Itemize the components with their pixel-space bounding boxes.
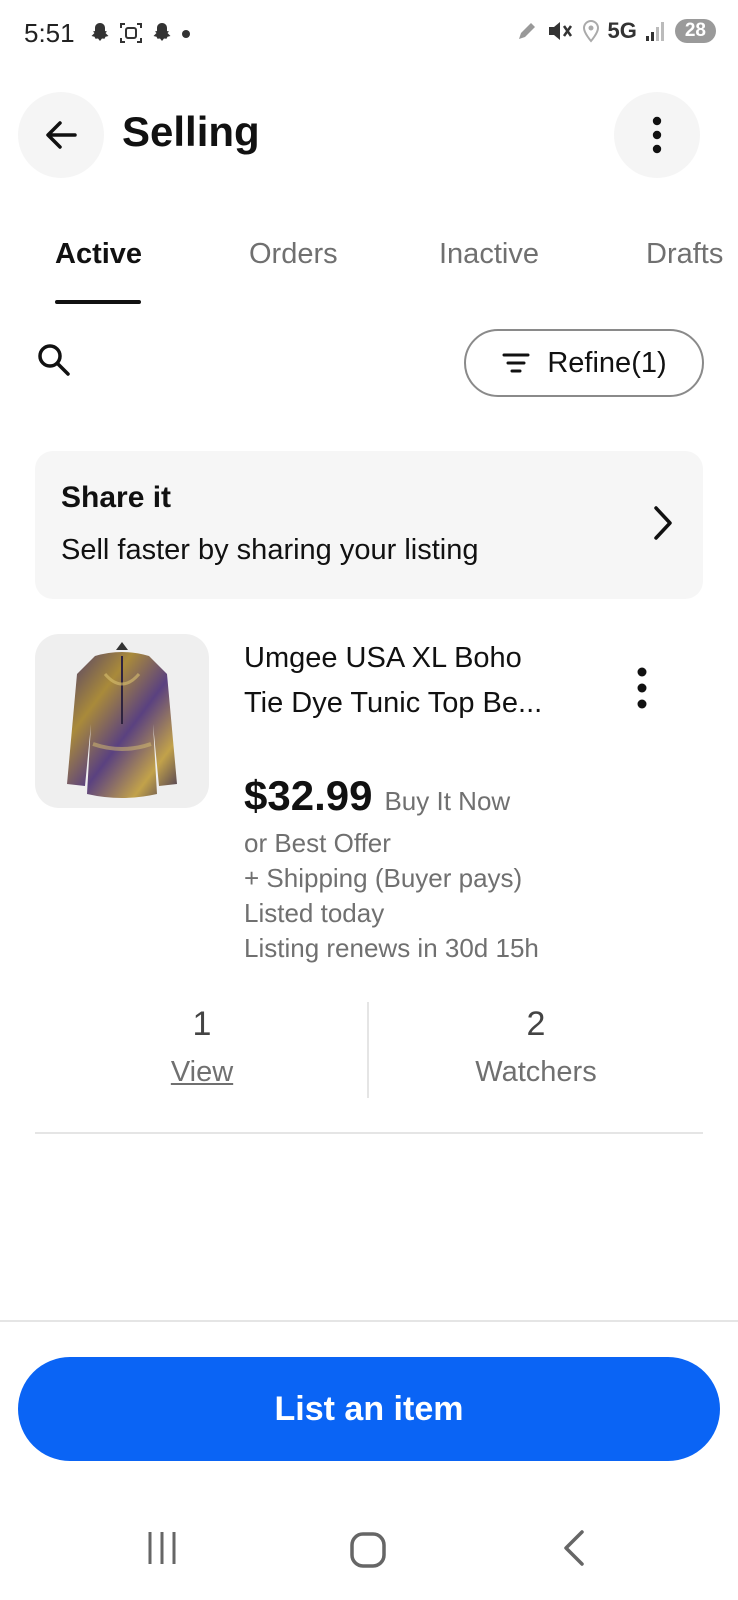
share-card-title: Share it bbox=[61, 481, 172, 514]
listing-title-line-2: Tie Dye Tunic Top Be... bbox=[244, 687, 543, 719]
price-row: $32.99 Buy It Now bbox=[244, 772, 510, 820]
listing-details: or Best Offer + Shipping (Buyer pays) Li… bbox=[244, 826, 539, 966]
listing-divider bbox=[35, 1132, 703, 1134]
more-vertical-icon bbox=[637, 667, 647, 709]
tab-indicator bbox=[55, 300, 141, 304]
watchers-label: Watchers bbox=[475, 1056, 597, 1088]
views-stat[interactable]: 1 View bbox=[102, 1005, 302, 1089]
share-it-card[interactable]: Share it Sell faster by sharing your lis… bbox=[35, 451, 703, 599]
search-button[interactable] bbox=[34, 340, 74, 380]
more-vertical-icon bbox=[652, 116, 662, 154]
tab-bar: Active Orders Inactive Drafts bbox=[0, 230, 738, 310]
tab-orders[interactable]: Orders bbox=[249, 238, 338, 271]
listing-title-line-1: Umgee USA XL Boho bbox=[244, 642, 522, 674]
more-options-button[interactable] bbox=[614, 92, 700, 178]
status-time: 5:51 bbox=[24, 18, 75, 48]
tab-active[interactable]: Active bbox=[55, 238, 142, 271]
listing-thumbnail[interactable] bbox=[35, 634, 209, 808]
list-an-item-button[interactable]: List an item bbox=[18, 1357, 720, 1461]
listing-format: Buy It Now bbox=[384, 786, 511, 816]
tunic-top-image bbox=[67, 642, 177, 798]
page-title: Selling bbox=[122, 108, 260, 155]
back-nav-icon[interactable] bbox=[560, 1528, 590, 1568]
network-type: 5G bbox=[607, 18, 637, 43]
listing-more-options-button[interactable] bbox=[630, 664, 654, 712]
filter-icon bbox=[502, 353, 530, 373]
home-icon[interactable] bbox=[348, 1530, 388, 1570]
share-card-subtitle: Sell faster by sharing your listing bbox=[61, 534, 479, 566]
watchers-count: 2 bbox=[526, 1005, 546, 1043]
pen-icon bbox=[518, 23, 535, 39]
snapchat-icon bbox=[91, 23, 109, 41]
renewal-text: Listing renews in 30d 15h bbox=[244, 933, 539, 963]
bottom-divider bbox=[0, 1320, 738, 1322]
listing-price: $32.99 bbox=[244, 772, 373, 819]
refine-button[interactable]: Refine(1) bbox=[464, 329, 704, 397]
search-icon bbox=[38, 344, 70, 376]
status-system-icons: 5G 28 bbox=[516, 18, 716, 44]
screenshot-icon bbox=[120, 23, 142, 43]
views-count: 1 bbox=[192, 1005, 212, 1043]
listing-title[interactable]: Umgee USA XL Boho Tie Dye Tunic Top Be..… bbox=[244, 636, 584, 726]
battery-indicator: 28 bbox=[674, 19, 716, 43]
chevron-right-icon bbox=[654, 506, 672, 540]
back-button[interactable] bbox=[18, 92, 104, 178]
shipping-text: + Shipping (Buyer pays) bbox=[244, 863, 523, 893]
status-bar: 5:51 5G 28 bbox=[0, 0, 738, 70]
recent-apps-icon[interactable] bbox=[144, 1530, 180, 1566]
listed-date-text: Listed today bbox=[244, 898, 385, 928]
dot-icon bbox=[182, 30, 190, 38]
mute-icon bbox=[548, 22, 572, 40]
best-offer-text: or Best Offer bbox=[244, 828, 391, 858]
tab-drafts[interactable]: Drafts bbox=[646, 238, 723, 271]
watchers-stat: 2 Watchers bbox=[436, 1005, 636, 1089]
tab-inactive[interactable]: Inactive bbox=[439, 238, 539, 271]
system-navigation-bar bbox=[0, 1500, 738, 1600]
views-link[interactable]: View bbox=[102, 1056, 302, 1089]
refine-label: Refine(1) bbox=[547, 346, 667, 379]
stats-divider bbox=[367, 1002, 369, 1098]
list-an-item-label: List an item bbox=[274, 1389, 464, 1428]
signal-icon bbox=[645, 22, 664, 41]
location-icon bbox=[582, 19, 599, 43]
arrow-left-icon bbox=[46, 121, 77, 149]
status-notification-icons bbox=[88, 20, 192, 46]
snapchat-icon bbox=[153, 23, 171, 41]
